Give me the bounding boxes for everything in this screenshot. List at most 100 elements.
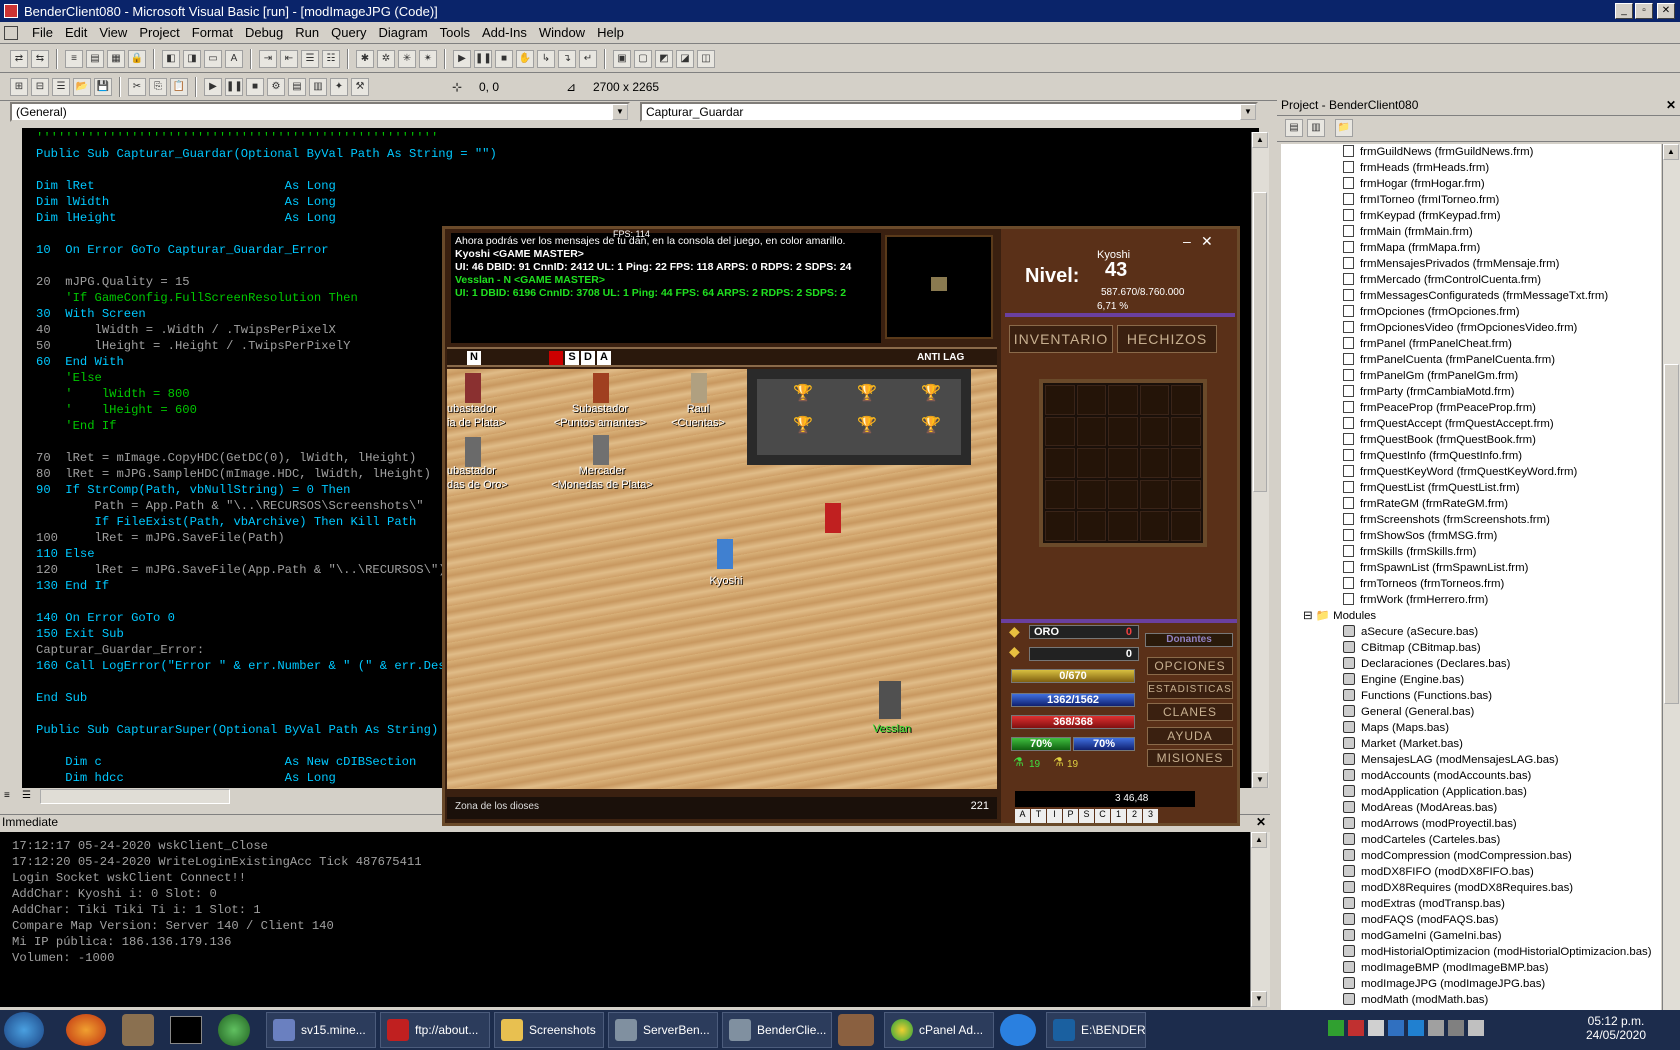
code-line[interactable]: 90 If StrComp(Path, vbNullString) = 0 Th… (36, 482, 351, 498)
minimize-button[interactable]: _ (1615, 3, 1633, 19)
tree-item-form[interactable]: frmQuestList (frmQuestList.frm) (1343, 480, 1520, 496)
inventory-slot[interactable] (1045, 511, 1075, 541)
tree-item-form[interactable]: frmMain (frmMain.frm) (1343, 224, 1473, 240)
collapse-icon[interactable]: ⊟ (1303, 610, 1316, 622)
teamviewer-icon[interactable] (1000, 1014, 1036, 1046)
code-line[interactable]: ' lHeight = 600 (36, 402, 197, 418)
character-sprite[interactable] (825, 503, 841, 533)
inventory-slot[interactable] (1139, 511, 1170, 541)
minimize-icon[interactable]: – (1183, 233, 1191, 249)
tree-item-module[interactable]: Engine (Engine.bas) (1343, 672, 1464, 688)
menu-view[interactable]: View (93, 25, 133, 40)
inventory-slot[interactable] (1171, 416, 1201, 447)
tree-item-form[interactable]: frmKeypad (frmKeypad.frm) (1343, 208, 1501, 224)
menu-query[interactable]: Query (325, 25, 372, 40)
inventory-slot[interactable] (1139, 416, 1170, 447)
code-line[interactable]: 70 lRet = mImage.CopyHDC(GetDC(0), lWidt… (36, 450, 416, 466)
outdent-icon[interactable]: ⇤ (280, 49, 298, 68)
mode-n-button[interactable]: N (467, 351, 481, 365)
copy-icon[interactable]: ⎘ (149, 77, 167, 96)
toolbar-icon[interactable]: ☰ (301, 49, 319, 68)
code-line[interactable]: Dim lHeight As Long (36, 210, 336, 226)
hotkey-button[interactable]: 3 (1143, 809, 1158, 823)
scroll-down-icon[interactable]: ▼ (1251, 991, 1267, 1007)
tree-item-form[interactable]: frmWork (frmHerrero.frm) (1343, 592, 1488, 608)
inventory-slot[interactable] (1139, 448, 1170, 478)
tree-item-module[interactable]: MensajesLAG (modMensajesLAG.bas) (1343, 752, 1559, 768)
toolbar-icon[interactable]: ↵ (579, 49, 597, 68)
menu-run[interactable]: Run (289, 25, 325, 40)
toolbar-icon[interactable]: ↳ (537, 49, 555, 68)
hotkey-button[interactable]: A (1015, 809, 1030, 823)
tree-item-form[interactable]: frmMessagesConfigurateds (frmMessageTxt.… (1343, 288, 1608, 304)
tree-item-form[interactable]: frmQuestInfo (frmQuestInfo.frm) (1343, 448, 1522, 464)
form-layout-icon[interactable]: ▥ (309, 77, 327, 96)
minimap[interactable] (885, 235, 993, 339)
scroll-down-icon[interactable]: ▼ (1252, 772, 1268, 788)
npc-sprite[interactable] (593, 373, 609, 403)
code-line[interactable]: ' lWidth = 800 (36, 386, 189, 402)
inventory-slot[interactable] (1108, 511, 1138, 541)
taskbar-item[interactable]: ServerBen... (608, 1012, 718, 1048)
tree-item-form[interactable]: frmSkills (frmSkills.frm) (1343, 544, 1476, 560)
mode-d-button[interactable]: D (581, 351, 595, 365)
close-button[interactable]: ✕ (1657, 3, 1675, 19)
mode-a-button[interactable]: A (597, 351, 611, 365)
taskbar-item[interactable]: Screenshots (494, 1012, 604, 1048)
tree-item-form[interactable]: frmMapa (frmMapa.frm) (1343, 240, 1480, 256)
cut-icon[interactable]: ✂ (128, 77, 146, 96)
code-line[interactable]: If FileExist(Path, vbArchive) Then Kill … (36, 514, 417, 530)
tree-item-form[interactable]: frmScreenshots (frmScreenshots.frm) (1343, 512, 1550, 528)
tree-item-module[interactable]: modApplication (Application.bas) (1343, 784, 1527, 800)
firefox-icon[interactable] (66, 1014, 106, 1046)
code-line[interactable]: 'If GameConfig.FullScreenResolution Then (36, 290, 358, 306)
add-project-icon[interactable]: ⊞ (10, 77, 28, 96)
tree-item-module[interactable]: ModAreas (ModAreas.bas) (1343, 800, 1497, 816)
hotkey-button[interactable]: T (1031, 809, 1046, 823)
toggle-folders-icon[interactable]: 📁 (1335, 119, 1353, 137)
tray-icon[interactable] (1408, 1020, 1424, 1036)
toolbar-icon[interactable]: ✴ (419, 49, 437, 68)
npc-sprite[interactable] (465, 373, 481, 403)
taskbar-item[interactable]: cPanel Ad... (884, 1012, 994, 1048)
taskbar-item[interactable]: E:\BENDER... (1046, 1012, 1146, 1048)
toolbar-icon[interactable]: ✳ (398, 49, 416, 68)
tree-item-form[interactable]: frmPanelCuenta (frmPanelCuenta.frm) (1343, 352, 1555, 368)
tree-item-module[interactable]: General (General.bas) (1343, 704, 1474, 720)
code-line[interactable]: 50 lHeight = .Height / .TwipsPerPixelY (36, 338, 351, 354)
toolbar-icon[interactable]: ▭ (204, 49, 222, 68)
open-icon[interactable]: 📂 (73, 77, 91, 96)
tree-item-form[interactable]: frmOpciones (frmOpciones.frm) (1343, 304, 1520, 320)
tree-item-form[interactable]: frmQuestAccept (frmQuestAccept.frm) (1343, 416, 1554, 432)
tree-item-form[interactable]: frmQuestKeyWord (frmQuestKeyWord.frm) (1343, 464, 1577, 480)
hotkey-button[interactable]: P (1063, 809, 1078, 823)
clanes-button[interactable]: CLANES (1147, 703, 1233, 721)
toolbar-icon[interactable]: ◫ (697, 49, 715, 68)
tree-item-module[interactable]: Declaraciones (Declares.bas) (1343, 656, 1510, 672)
stop-icon[interactable]: ■ (495, 49, 513, 68)
code-line[interactable]: 140 On Error GoTo 0 (36, 610, 175, 626)
inventory-slot[interactable] (1171, 479, 1201, 510)
inventory-slot[interactable] (1045, 448, 1075, 478)
object-combo[interactable]: (General) ▼ (10, 102, 630, 122)
toolbar-icon[interactable]: ▢ (634, 49, 652, 68)
toolbar-icon[interactable]: ⇆ (31, 49, 49, 68)
npc-sprite[interactable] (691, 373, 707, 403)
toolbar-icon[interactable]: ✱ (356, 49, 374, 68)
tree-item-form[interactable]: frmGuildNews (frmGuildNews.frm) (1343, 144, 1533, 160)
code-line[interactable]: Dim c As New cDIBSection (36, 754, 416, 770)
code-line[interactable]: 10 On Error GoTo Capturar_Guardar_Error (36, 242, 329, 258)
menu-project[interactable]: Project (133, 25, 185, 40)
menu-tools[interactable]: Tools (434, 25, 476, 40)
tree-item-module[interactable]: modExtras (modTransp.bas) (1343, 896, 1505, 912)
tray-icon[interactable] (1368, 1020, 1384, 1036)
code-line[interactable]: Public Sub CapturarSuper(Optional ByVal … (36, 722, 438, 738)
app-icon[interactable] (218, 1014, 250, 1046)
taskbar-item[interactable]: ftp://about... (380, 1012, 490, 1048)
clock[interactable]: 05:12 p.m. 24/05/2020 (1584, 1014, 1648, 1042)
tree-item-module[interactable]: modDX8FIFO (modDX8FIFO.bas) (1343, 864, 1534, 880)
tree-item-form[interactable]: frmPanel (frmPanelCheat.frm) (1343, 336, 1512, 352)
project-tree[interactable]: frmGuildNews (frmGuildNews.frm) frmHeads … (1281, 144, 1661, 1010)
inventory-slot[interactable] (1076, 479, 1107, 510)
inventory-slot[interactable] (1108, 479, 1138, 510)
